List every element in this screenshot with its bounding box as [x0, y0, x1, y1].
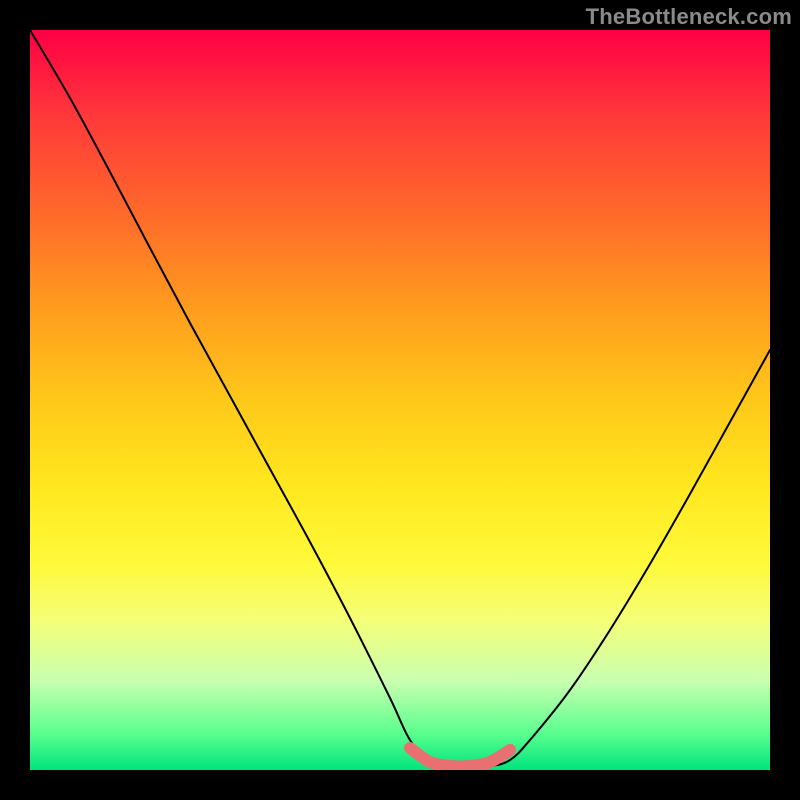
chart-stage: TheBottleneck.com — [0, 0, 800, 800]
attribution-text: TheBottleneck.com — [586, 4, 792, 30]
plot-area — [30, 30, 770, 770]
chart-svg — [30, 30, 770, 770]
plateau-highlight — [410, 748, 510, 767]
bottleneck-curve — [30, 30, 770, 767]
